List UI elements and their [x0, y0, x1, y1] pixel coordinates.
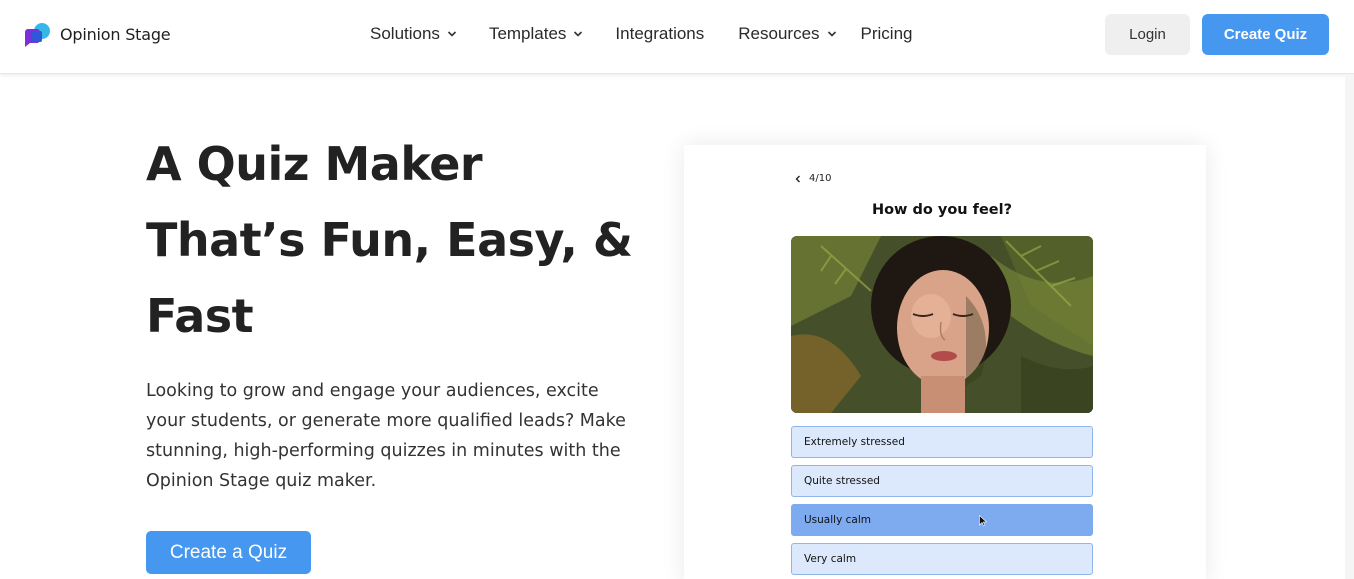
hero-description: Looking to grow and engage your audience…	[146, 381, 626, 491]
logo-text: Opinion Stage	[60, 24, 171, 44]
mouse-pointer-icon	[979, 515, 987, 527]
hero-title: A Quiz Maker That’s Fun, Easy, & Fast	[146, 126, 646, 354]
nav-item-label: Solutions	[370, 24, 440, 43]
nav-item-integrations[interactable]: Integrations	[615, 24, 704, 44]
page-scrollbar[interactable]	[1345, 74, 1354, 579]
login-button[interactable]: Login	[1105, 14, 1190, 55]
nav-item-label: Pricing	[860, 24, 913, 43]
hero-title-line: Fast	[146, 289, 254, 343]
quiz-progress[interactable]: 4/10	[794, 173, 831, 184]
answer-label: Usually calm	[804, 514, 871, 526]
site-header: Opinion Stage Solutions Templates Integr…	[0, 0, 1354, 74]
progress-counter: 4/10	[809, 173, 832, 184]
create-quiz-button[interactable]: Create Quiz	[1202, 14, 1329, 55]
nav-item-label: Resources	[738, 24, 820, 43]
nav-item-label: Templates	[488, 24, 567, 43]
woman-portrait-foliage-photo	[791, 236, 1093, 413]
answer-label: Extremely stressed	[804, 436, 905, 448]
chevron-down-icon	[827, 31, 836, 37]
nav-item-label: Integrations	[615, 24, 705, 43]
chevron-left-icon	[795, 175, 800, 182]
nav-item-templates[interactable]: Templates	[489, 24, 583, 44]
answer-option[interactable]: Quite stressed	[791, 465, 1093, 497]
answer-option[interactable]: Extremely stressed	[791, 426, 1093, 458]
logo[interactable]: Opinion Stage	[22, 21, 171, 47]
hero-title-line: A Quiz Maker	[146, 137, 483, 191]
nav-item-solutions[interactable]: Solutions	[370, 24, 457, 44]
chevron-down-icon	[574, 31, 583, 37]
main-nav: Solutions Templates Integrations Resourc…	[370, 24, 913, 44]
nav-item-resources[interactable]: Resources	[738, 24, 836, 44]
answer-option-selected[interactable]: Usually calm	[791, 504, 1093, 536]
answer-label: Very calm	[804, 553, 857, 565]
chevron-down-icon	[447, 31, 457, 37]
quiz-preview-card: 4/10 How do you feel? Extremely stressed…	[684, 145, 1206, 579]
opinion-stage-logo-icon	[22, 21, 52, 47]
create-a-quiz-button[interactable]: Create a Quiz	[146, 531, 311, 574]
nav-item-pricing[interactable]: Pricing	[861, 24, 913, 44]
answer-label: Quite stressed	[804, 475, 880, 487]
hero-title-line: That’s Fun, Easy, &	[146, 213, 633, 267]
answer-option[interactable]: Very calm	[791, 543, 1093, 575]
quiz-question: How do you feel?	[871, 202, 1013, 218]
